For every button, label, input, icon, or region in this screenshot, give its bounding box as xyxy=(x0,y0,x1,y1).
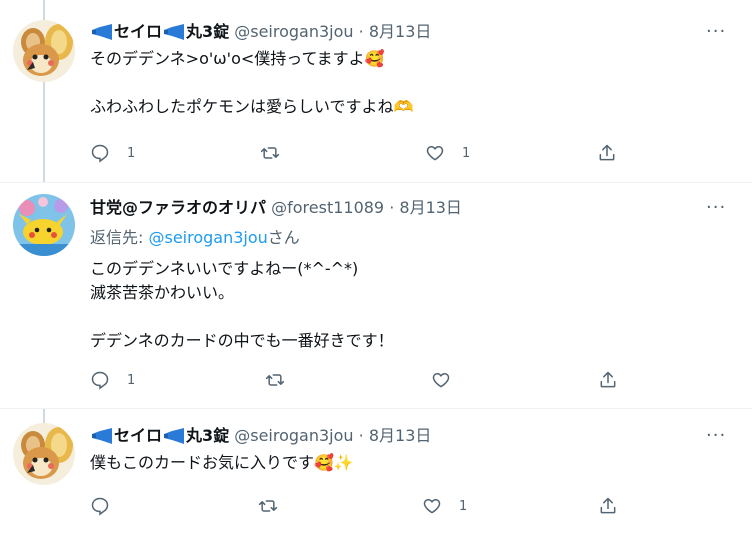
avatar[interactable] xyxy=(13,20,75,82)
user-handle[interactable]: @forest11089 xyxy=(271,198,384,217)
share-button[interactable] xyxy=(598,495,618,517)
more-icon[interactable]: ··· xyxy=(706,199,726,222)
dedenne-avatar-image xyxy=(13,20,75,82)
reply-button[interactable]: 1 xyxy=(90,369,135,391)
reply-mention-link[interactable]: @seirogan3jou xyxy=(148,228,267,247)
replying-to-label: 返信先: xyxy=(90,228,149,247)
like-count: 1 xyxy=(462,145,471,161)
reply-button[interactable] xyxy=(90,495,127,517)
retweet-icon xyxy=(265,374,285,386)
reply-icon xyxy=(91,144,109,163)
retweet-button[interactable] xyxy=(265,369,302,391)
avatar[interactable] xyxy=(13,423,75,485)
like-count: 1 xyxy=(459,498,468,514)
thread-line xyxy=(43,80,45,182)
tweet[interactable]: 甘党@ファラオのオリパ @forest11089 · 8月13日 ··· 返信先… xyxy=(0,183,752,408)
like-button[interactable] xyxy=(431,369,468,391)
retweet-button[interactable] xyxy=(258,495,295,517)
share-button[interactable] xyxy=(598,369,618,391)
tweet-date[interactable]: 8月13日 xyxy=(369,426,432,445)
tweet-text: 僕もこのカードお気に入りです🥰✨ xyxy=(90,453,354,472)
separator: · xyxy=(389,198,395,217)
tweet[interactable]: セイロ 丸3錠 @seirogan3jou · 8月13日 ··· そのデデンネ… xyxy=(0,0,752,182)
pikachu-avatar-image xyxy=(13,194,75,256)
megaphone-icon xyxy=(92,428,112,444)
tweet-header: セイロ 丸3錠 @seirogan3jou · 8月13日 xyxy=(90,22,431,42)
user-handle[interactable]: @seirogan3jou xyxy=(234,426,353,445)
retweet-icon xyxy=(260,147,280,159)
tweet-header: 甘党@ファラオのオリパ @forest11089 · 8月13日 xyxy=(90,198,462,218)
avatar[interactable] xyxy=(13,194,75,256)
heart-icon xyxy=(426,146,444,161)
retweet-icon xyxy=(258,500,278,512)
separator: · xyxy=(358,426,364,445)
tweet-actions: 1 xyxy=(90,369,650,393)
reply-button[interactable]: 1 xyxy=(90,142,135,164)
reply-count: 1 xyxy=(127,145,136,161)
more-icon[interactable]: ··· xyxy=(706,23,726,46)
display-name[interactable]: 甘党@ファラオのオリパ xyxy=(90,198,266,217)
display-name-suffix[interactable]: 丸3錠 xyxy=(186,22,229,41)
heart-icon xyxy=(423,499,441,514)
share-button[interactable] xyxy=(597,142,617,164)
display-name[interactable]: セイロ xyxy=(114,22,162,41)
thread-line xyxy=(43,0,45,20)
like-button[interactable]: 1 xyxy=(425,142,470,164)
user-handle[interactable]: @seirogan3jou xyxy=(234,22,353,41)
replying-to-suffix: さん xyxy=(267,228,300,247)
display-name[interactable]: セイロ xyxy=(114,426,162,445)
tweet-date[interactable]: 8月13日 xyxy=(399,198,462,217)
thread-line xyxy=(43,409,45,423)
tweet-text: そのデデンネ>o'ω'o<僕持ってますよ🥰 ふわふわしたポケモンは愛らしいですよ… xyxy=(90,49,414,116)
separator: · xyxy=(358,22,364,41)
retweet-button[interactable] xyxy=(260,142,297,164)
reply-icon xyxy=(91,371,109,390)
megaphone-icon xyxy=(164,428,185,444)
tweet-header: セイロ 丸3錠 @seirogan3jou · 8月13日 xyxy=(90,426,431,446)
like-button[interactable]: 1 xyxy=(422,495,467,517)
tweet-text: このデデンネいいですよねー(*^-^*) 滅茶苦茶かわいい。 デデンネのカードの… xyxy=(90,259,394,350)
share-icon xyxy=(600,497,616,514)
heart-icon xyxy=(432,373,450,388)
tweet-date[interactable]: 8月13日 xyxy=(369,22,432,41)
megaphone-icon xyxy=(164,24,185,40)
more-icon[interactable]: ··· xyxy=(706,427,726,450)
reply-icon xyxy=(91,497,109,516)
replying-to: 返信先: @seirogan3jouさん xyxy=(90,228,300,248)
share-icon xyxy=(600,371,616,388)
share-icon xyxy=(599,144,615,161)
tweet[interactable]: セイロ 丸3錠 @seirogan3jou · 8月13日 ··· 僕もこのカー… xyxy=(0,409,752,539)
display-name-suffix[interactable]: 丸3錠 xyxy=(186,426,229,445)
dedenne-avatar-image xyxy=(13,423,75,485)
tweet-actions: 1 xyxy=(90,495,650,519)
megaphone-icon xyxy=(92,24,112,40)
tweet-actions: 1 1 xyxy=(90,142,650,166)
reply-count: 1 xyxy=(127,372,136,388)
